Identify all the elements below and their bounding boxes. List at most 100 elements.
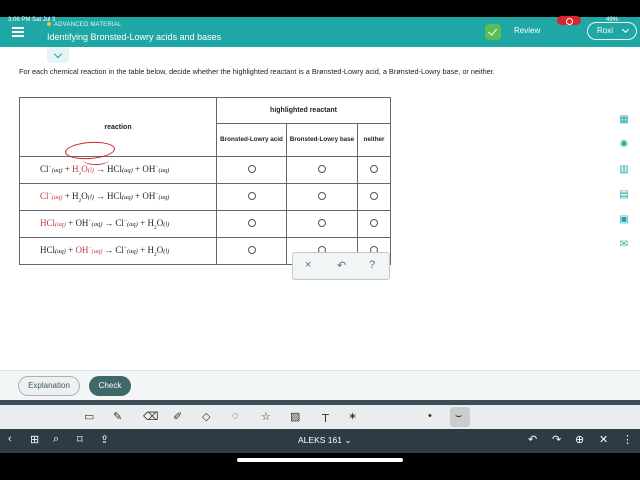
choice-cell-base: [286, 156, 358, 184]
close-icon[interactable]: ✕: [599, 433, 608, 446]
status-bar: 3:06 PM Sat Jul 3 49%: [0, 16, 640, 25]
ink-stroke-annotation: [83, 155, 109, 165]
species-c: HCl(aq): [106, 190, 133, 201]
radio-base[interactable]: [318, 219, 326, 227]
textbook-icon[interactable]: ▤: [618, 189, 630, 201]
choice-cell-neither: [357, 183, 391, 211]
plus-sign: +: [140, 217, 146, 228]
radio-acid[interactable]: [247, 165, 256, 173]
choice-cell-acid: [216, 156, 287, 184]
highlighter-icon[interactable]: ✐: [173, 410, 182, 423]
redo-icon[interactable]: ↷: [552, 433, 561, 446]
notes-icon[interactable]: ▣: [618, 214, 630, 226]
menu-icon[interactable]: [12, 27, 24, 37]
radio-acid[interactable]: [247, 192, 256, 200]
species-d: H2O(l): [147, 244, 170, 258]
species-a: Cl−(aq): [40, 190, 63, 201]
reaction-arrow: →: [95, 163, 105, 174]
choice-cell-neither: [357, 210, 391, 238]
plus-sign: +: [68, 217, 74, 228]
plus-sign: +: [135, 163, 141, 174]
sticker-icon[interactable]: ☆: [261, 410, 271, 423]
reaction-equation: HCl(aq) + OH−(aq) → Cl−(aq) + H2O(l): [19, 210, 217, 238]
species-b: H2O(l): [72, 163, 94, 177]
more-icon[interactable]: ⋮: [622, 433, 633, 446]
species-b: OH−(aq): [75, 217, 103, 228]
species-b: H2O(l): [72, 190, 94, 204]
review-link[interactable]: Review: [514, 26, 540, 35]
share-icon[interactable]: ⇪: [100, 433, 109, 446]
reaction-equation: Cl−(aq) + H2O(l) → HCl(aq) + OH−(aq): [19, 156, 217, 184]
document-title[interactable]: ALEKS 161 ⌄: [298, 435, 351, 446]
reaction-equation: Cl−(aq) + H2O(l) → HCl(aq) + OH−(aq): [19, 183, 217, 211]
topic-title: Identifying Bronsted-Lowry acids and bas…: [47, 32, 222, 42]
choice-cell-acid: [216, 183, 287, 211]
collapse-tab-icon[interactable]: [47, 47, 69, 63]
radio-acid[interactable]: [247, 246, 256, 254]
battery-level: 49%: [605, 17, 618, 23]
table-row: Cl−(aq) + H2O(l) → HCl(aq) + OH−(aq): [19, 183, 391, 211]
bookmark-icon[interactable]: ⌑: [77, 433, 83, 446]
image-icon[interactable]: ▨: [290, 410, 300, 423]
lasso-icon[interactable]: ◌: [232, 410, 239, 422]
chevron-down-icon: [621, 25, 630, 34]
chart-icon[interactable]: ▥: [618, 164, 630, 176]
status-time: 3:06 PM Sat Jul 3: [8, 17, 56, 23]
search-icon[interactable]: ⌕: [53, 433, 59, 446]
reaction-equation: HCl(aq) + OH−(aq) → Cl−(aq) + H2O(l): [19, 237, 217, 265]
reaction-arrow: →: [104, 217, 114, 228]
shield-check-icon[interactable]: [485, 24, 501, 40]
laser-icon[interactable]: ✶: [348, 410, 357, 423]
home-indicator[interactable]: [237, 458, 403, 462]
mail-icon[interactable]: ✉: [618, 239, 630, 251]
plus-sign: +: [140, 244, 146, 255]
reaction-arrow: →: [104, 244, 114, 255]
plus-sign: +: [64, 190, 70, 201]
calculator-icon[interactable]: ▦: [618, 114, 630, 126]
back-icon[interactable]: ‹: [8, 433, 12, 445]
side-toolbar: ▦ ✺ ▥ ▤ ▣ ✉: [618, 114, 632, 264]
choice-cell-base: [286, 210, 358, 238]
species-d: OH−(aq): [142, 190, 170, 201]
col-base: Bronsted-Lowry base: [286, 123, 358, 157]
bottom-navbar: ‹ ⊞ ⌕ ⌑ ⇪ ALEKS 161 ⌄ ↶ ↷ ⊕ ✕ ⋮: [0, 429, 640, 453]
add-page-icon[interactable]: ⊕: [575, 433, 584, 446]
species-d: H2O(l): [147, 217, 170, 231]
reaction-table: reaction highlighted reactant Bronsted-L…: [19, 96, 391, 265]
radio-neither[interactable]: [370, 192, 378, 200]
clear-icon[interactable]: ×: [305, 259, 311, 271]
species-b: OH−(aq): [75, 244, 103, 255]
radio-neither[interactable]: [370, 165, 378, 173]
reaction-header: reaction: [19, 97, 217, 157]
dot-icon[interactable]: •: [428, 410, 432, 422]
eraser-icon[interactable]: ⌫: [143, 410, 159, 423]
shapes-icon[interactable]: ◇: [202, 410, 210, 423]
stroke-icon: ⌣: [455, 410, 463, 422]
plus-sign: +: [135, 190, 141, 201]
help-icon[interactable]: ?: [369, 259, 375, 271]
reaction-arrow: →: [95, 190, 105, 201]
sidebar-toggle-icon[interactable]: ▭: [84, 410, 94, 423]
answer-tools: × ↶ ?: [292, 252, 390, 280]
col-neither: neither: [357, 123, 391, 157]
radio-base[interactable]: [318, 165, 326, 173]
text-icon[interactable]: Ｔ: [320, 410, 331, 426]
radio-neither[interactable]: [370, 219, 378, 227]
grid-icon[interactable]: ⊞: [30, 433, 39, 446]
plus-sign: +: [64, 163, 70, 174]
pen-icon[interactable]: ✎: [113, 410, 122, 423]
question-panel: For each chemical reaction in the table …: [0, 47, 640, 370]
periodic-table-icon[interactable]: ✺: [618, 139, 630, 151]
species-d: OH−(aq): [142, 163, 170, 174]
check-button[interactable]: Check: [89, 376, 131, 396]
radio-acid[interactable]: [247, 219, 256, 227]
table-row: Cl−(aq) + H2O(l) → HCl(aq) + OH−(aq): [19, 156, 391, 184]
highlighted-reactant-header: highlighted reactant: [216, 96, 391, 125]
user-menu[interactable]: Roxi: [587, 22, 637, 40]
radio-base[interactable]: [318, 192, 326, 200]
undo-icon[interactable]: ↶: [337, 259, 346, 272]
species-c: Cl−(aq): [115, 244, 138, 255]
footer-bar: Explanation Check: [0, 370, 640, 400]
explanation-button[interactable]: Explanation: [18, 376, 80, 396]
undo-icon[interactable]: ↶: [528, 433, 537, 446]
